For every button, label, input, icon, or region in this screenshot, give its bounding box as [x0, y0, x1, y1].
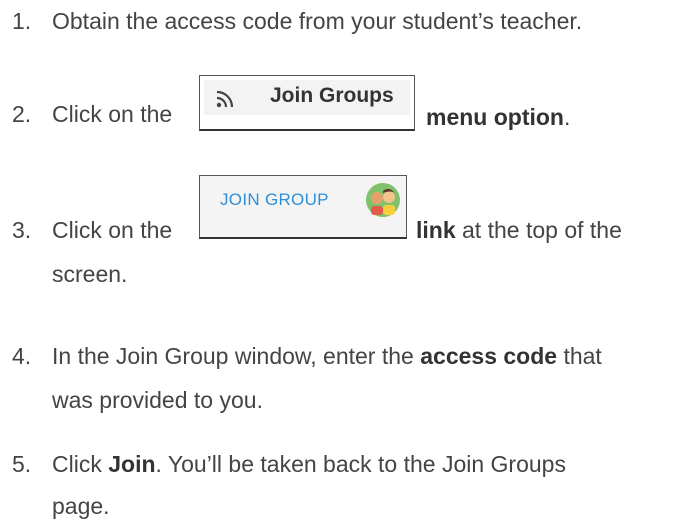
- step-text: Obtain the access code from your student…: [52, 8, 583, 34]
- step-3-continuation: screen.: [52, 261, 128, 287]
- join-group-link-label: JOIN GROUP: [220, 190, 329, 209]
- step-text-tail: .: [563, 104, 571, 130]
- join-groups-label: Join Groups: [270, 84, 394, 107]
- step-4-continuation: was provided to you.: [52, 387, 263, 413]
- step-1: 1. Obtain the access code from your stude…: [12, 3, 674, 39]
- step-bold-text: menu option: [426, 104, 564, 130]
- join-groups-button: Join Groups: [204, 80, 410, 115]
- step-text-tail: . You’ll be taken back to the Join Group…: [155, 451, 566, 477]
- join-group-link-screenshot: JOIN GROUP: [199, 175, 407, 239]
- step-text: Click: [52, 451, 109, 477]
- step-text-tail: at the top of the: [455, 217, 622, 243]
- step-number: 3.: [12, 217, 32, 243]
- step-3-tail: link at the top of the: [416, 212, 622, 248]
- step-number: 5.: [12, 451, 32, 477]
- join-groups-menu-screenshot: Join Groups: [199, 75, 415, 131]
- step-bold-text: link: [416, 217, 456, 243]
- step-bold-text: Join: [108, 451, 156, 477]
- step-5: 5. Click Join. You’ll be taken back to th…: [12, 446, 674, 482]
- step-number: 2.: [12, 101, 32, 127]
- step-number: 4.: [12, 343, 32, 369]
- step-text: Click on the: [52, 101, 173, 127]
- step-2-tail: menu option.: [426, 99, 570, 135]
- rss-feed-icon: [216, 90, 234, 108]
- step-text: In the Join Group window, enter the: [52, 343, 421, 369]
- step-number: 1.: [12, 8, 32, 34]
- step-bold-text: access code: [420, 343, 558, 369]
- step-4: 4. In the Join Group window, enter the ac…: [12, 338, 674, 374]
- step-5-continuation: page.: [52, 493, 110, 519]
- group-avatar-icon: [366, 183, 400, 217]
- step-text-tail: that: [557, 343, 602, 369]
- step-text: Click on the: [52, 217, 173, 243]
